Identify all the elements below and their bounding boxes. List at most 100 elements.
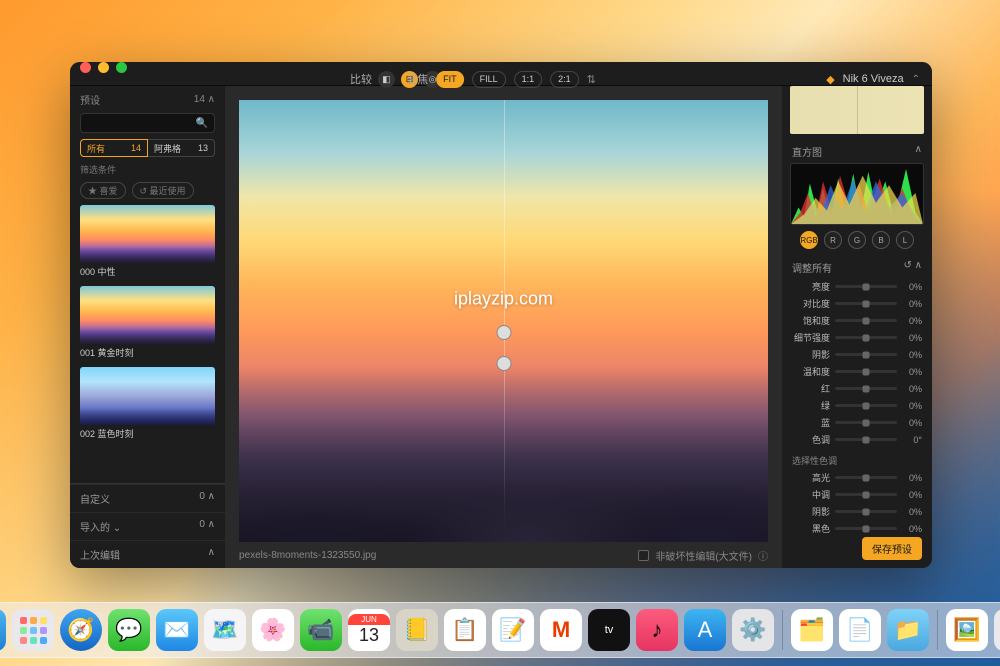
preset-thumb[interactable]: 001 黄金时刻 [80, 286, 215, 363]
slider-track[interactable] [835, 438, 897, 441]
dock-safari-icon[interactable]: 🧭 [60, 609, 102, 651]
control-point-handle[interactable] [496, 356, 511, 371]
dock-office-icon[interactable]: M [540, 609, 582, 651]
dock-mail-icon[interactable]: ✉️ [156, 609, 198, 651]
slider-row: 阴影0% [792, 503, 922, 520]
slider-value: 0% [902, 367, 922, 377]
slider-track[interactable] [835, 510, 897, 513]
dock-music-icon[interactable]: ♪ [636, 609, 678, 651]
slider-track[interactable] [835, 421, 897, 424]
slider-track[interactable] [835, 302, 897, 305]
filter-recent-chip[interactable]: ↺ 最近使用 [132, 182, 194, 199]
dock-maps-icon[interactable]: 🗺️ [204, 609, 246, 651]
channel-r-button[interactable]: R [824, 231, 842, 249]
section-import[interactable]: 导入的 ⌄ 0 ∧ [70, 512, 225, 540]
slider-track[interactable] [835, 404, 897, 407]
control-point-handle[interactable] [496, 325, 511, 340]
window-maximize-button[interactable] [116, 62, 127, 73]
channel-rgb-button[interactable]: RGB [800, 231, 818, 249]
navigator-preview[interactable] [790, 86, 924, 134]
filter-label: 筛选条件 [80, 163, 116, 176]
slider-label: 亮度 [792, 280, 830, 293]
zoom-2-1-button[interactable]: 2:1 [550, 71, 579, 88]
dock-separator [937, 610, 938, 650]
search-icon: 🔍 [196, 118, 208, 129]
slider-row: 高光0% [792, 469, 922, 486]
slider-track[interactable] [835, 527, 897, 530]
panel-collapse-icon[interactable]: ⌃ [912, 74, 920, 85]
channel-b-button[interactable]: B [872, 231, 890, 249]
toolbar: 比较 ◧ ⊟ ◎ 变焦 FIT FILL 1:1 2:1 ⇅ ◆ Nik 6 V… [70, 73, 932, 86]
dock-settings-icon[interactable]: ⚙️ [732, 609, 774, 651]
section-last-edit[interactable]: 上次编辑 ∧ [70, 540, 225, 568]
filename-label: pexels-8moments-1323550.jpg [239, 550, 376, 561]
section-custom[interactable]: 自定义 0 ∧ [70, 484, 225, 512]
dock-photos-icon[interactable]: 🌸 [252, 609, 294, 651]
dock-tv-icon[interactable]: tv [588, 609, 630, 651]
image-viewport[interactable]: iplayzip.com [239, 100, 768, 542]
canvas-area: iplayzip.com pexels-8moments-1323550.jpg… [225, 86, 782, 568]
zoom-fill-button[interactable]: FILL [472, 71, 506, 88]
window-minimize-button[interactable] [98, 62, 109, 73]
slider-track[interactable] [835, 493, 897, 496]
calendar-day: 13 [359, 625, 379, 646]
zoom-fit-button[interactable]: FIT [436, 71, 464, 88]
dock-recent-app-icon[interactable]: 🖼️ [946, 609, 988, 651]
slider-track[interactable] [835, 370, 897, 373]
zoom-1-1-button[interactable]: 1:1 [514, 71, 543, 88]
dock-contacts-icon[interactable]: 📒 [396, 609, 438, 651]
dock-app-icon[interactable]: 🗂️ [791, 609, 833, 651]
info-icon[interactable]: ⓘ [758, 548, 768, 563]
dock-finder-icon[interactable]: 🙂 [0, 609, 6, 651]
dock-app-icon[interactable]: 📄 [839, 609, 881, 651]
dock-facetime-icon[interactable]: 📹 [300, 609, 342, 651]
presets-count[interactable]: 14 ∧ [194, 94, 215, 105]
zoom-stepper-icon[interactable]: ⇅ [587, 73, 596, 86]
dock-trash-icon[interactable]: 🗑️ [994, 609, 1000, 651]
tab-other[interactable]: 阿弗格 13 [148, 139, 215, 157]
slider-track[interactable] [835, 285, 897, 288]
dock-appstore-icon[interactable]: A [684, 609, 726, 651]
slider-row: 温和度0% [792, 363, 922, 380]
slider-row: 蓝 0% [792, 414, 922, 431]
slider-row: 中调 0% [792, 486, 922, 503]
dock-reminders-icon[interactable]: 📋 [444, 609, 486, 651]
slider-label: 蓝 [792, 416, 830, 429]
dock-calendar-icon[interactable]: JUN 13 [348, 609, 390, 651]
slider-track[interactable] [835, 476, 897, 479]
slider-track[interactable] [835, 319, 897, 322]
channel-g-button[interactable]: G [848, 231, 866, 249]
slider-value: 0% [902, 418, 922, 428]
channel-l-button[interactable]: L [896, 231, 914, 249]
window-close-button[interactable] [80, 62, 91, 73]
tab-all[interactable]: 所有 14 [80, 139, 148, 157]
slider-row: 黑色0% [792, 520, 922, 537]
reset-icon[interactable]: ↺ ∧ [904, 260, 922, 275]
preset-search-input[interactable]: 🔍 [80, 113, 215, 133]
right-panel: 直方图 ∧ RGB R G B L 调整所有 ↺ ∧ [782, 86, 932, 568]
tab-all-label: 所有 [87, 142, 105, 155]
slider-row: 细节强度0% [792, 329, 922, 346]
preset-thumb[interactable]: 002 蓝色时刻 [80, 367, 215, 444]
slider-value: 0% [902, 333, 922, 343]
preset-thumb[interactable]: 000 中性 [80, 205, 215, 282]
histogram-label: 直方图 [792, 144, 822, 159]
slider-track[interactable] [835, 387, 897, 390]
slider-value: 0% [902, 490, 922, 500]
watermark-text: iplayzip.com [454, 288, 553, 309]
chevron-up-icon[interactable]: ∧ [915, 144, 922, 159]
slider-track[interactable] [835, 336, 897, 339]
slider-track[interactable] [835, 353, 897, 356]
slider-label: 中调 [792, 488, 830, 501]
filter-favorite-chip[interactable]: ★ 喜爱 [80, 182, 126, 199]
slider-label: 饱和度 [792, 314, 830, 327]
dock-downloads-icon[interactable]: 📁 [887, 609, 929, 651]
save-preset-button[interactable]: 保存预设 [862, 537, 922, 560]
nondestructive-checkbox[interactable]: 非破坏性编辑(大文件) ⓘ [638, 548, 768, 563]
dock-launchpad-icon[interactable] [12, 609, 54, 651]
compare-split-icon[interactable]: ◧ [378, 71, 395, 88]
dock-notes-icon[interactable]: 📝 [492, 609, 534, 651]
presets-label: 预设 [80, 92, 100, 107]
slider-value: 0% [902, 282, 922, 292]
dock-messages-icon[interactable]: 💬 [108, 609, 150, 651]
